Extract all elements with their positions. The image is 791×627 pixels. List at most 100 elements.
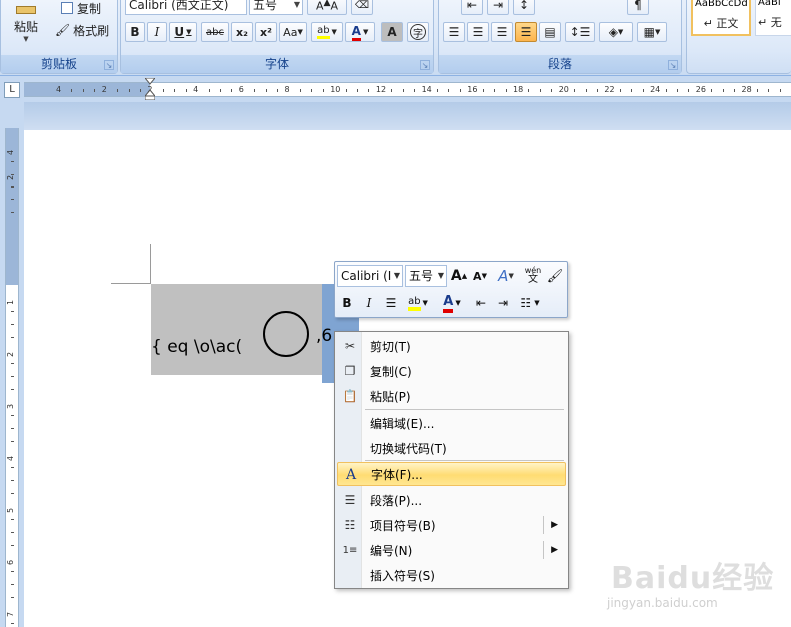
ruler-number: 5 [6,507,16,514]
justify-button[interactable]: ☰ [515,22,537,42]
font-dialog-launcher[interactable]: ↘ [420,60,430,70]
ruler-tick [585,89,587,92]
font-name-combo[interactable]: Calibri (西文正文) [125,0,247,15]
superscript-button[interactable]: x² [255,22,277,42]
ruler-number: 4 [193,85,199,94]
increase-indent-button[interactable]: ⇥ [487,0,509,15]
style-normal-preview: AaBbCcDd [695,0,748,9]
line-spacing-button[interactable]: ↕☰ [565,22,595,42]
underline-button[interactable]: U ▼ [169,22,197,42]
vertical-ruler[interactable]: 4 2 1 2 3 4 5 6 7 [5,128,19,627]
menu-item-copy[interactable]: ❐ 复制(C) [337,359,566,383]
change-case-button[interactable]: Aa ▼ [279,22,307,42]
menu-item-label: 项目符号(B) [370,518,436,533]
mini-format-painter-button[interactable]: 🖌 [545,266,565,286]
menu-item-insert-symbol[interactable]: 插入符号(S) [337,563,566,587]
style-no-spacing[interactable]: AaBl ↵ 无 [755,0,791,36]
ruler-number: 2 [101,85,107,94]
grow-font-button[interactable]: A ▲ [449,266,469,286]
page-top-band [24,102,791,130]
mini-bullets-button[interactable]: ☷ ▼ [515,293,545,313]
ruler-tick [11,415,14,416]
menu-item-paragraph[interactable]: ☰ 段落(P)... [337,488,566,512]
bold-button[interactable]: B [125,22,145,42]
grow-shrink-font-button[interactable]: A▲A [307,0,347,15]
align-left-button[interactable]: ☰ [443,22,465,42]
ruler-tick [368,89,370,92]
tab-selector-button[interactable]: L [4,82,20,98]
mini-font-size-combo[interactable]: 五号 ▼ [405,265,447,287]
italic-button[interactable]: I [147,22,167,42]
ruler-tick [448,89,450,92]
mini-increase-indent-button[interactable]: ⇥ [493,293,513,313]
paragraph-dialog-launcher[interactable]: ↘ [668,60,678,70]
watermark: Baidu经验 jingyan.baidu.com [601,545,786,623]
clipboard-dialog-launcher[interactable]: ↘ [104,60,114,70]
distributed-button[interactable]: ▤ [539,22,561,42]
change-case-label: Aa [283,25,298,39]
clear-format-button[interactable]: ⌫ [351,0,373,15]
clear-format-icon: ⌫ [354,0,370,11]
ruler-tick [11,545,14,546]
enclose-characters-button[interactable]: 字 [407,22,429,42]
menu-item-bullets[interactable]: ☷ 项目符号(B) ▶ [337,513,566,537]
align-center-icon: ☰ [472,25,484,39]
paste-button[interactable]: 粘贴 ▼ [7,0,45,48]
watermark-url: jingyan.baidu.com [607,596,718,610]
ruler-tick [505,89,507,92]
indent-marker[interactable] [145,78,155,100]
menu-item-font[interactable]: A 字体(F)... [337,462,566,486]
show-marks-button[interactable]: ¶ [627,0,649,15]
format-painter-button[interactable]: 🖌 格式刷 [51,20,113,40]
mini-bold-button[interactable]: B [337,293,357,313]
ruler-number: 16 [467,85,478,94]
field-code-text[interactable]: { eq \o\ac( [151,337,242,357]
field-code-text-selected[interactable]: ,6 [316,326,332,346]
ruler-tick [82,89,84,92]
decrease-indent-button[interactable]: ⇤ [461,0,483,15]
menu-item-paste[interactable]: 📋 粘贴(P) [337,384,566,408]
shading-button[interactable]: ◈ ▼ [599,22,633,42]
copy-button[interactable]: 复制 [51,0,111,18]
shrink-font-button[interactable]: A ▼ [470,266,490,286]
strikethrough-button[interactable]: abc [201,22,229,42]
mini-decrease-indent-button[interactable]: ⇤ [471,293,491,313]
ruler-tick [11,532,14,533]
borders-button[interactable]: ▦ ▼ [637,22,667,42]
ruler-tick [574,89,576,92]
bullets-icon: ☷ [520,296,532,310]
character-shading-button[interactable]: A [381,22,403,42]
ribbon: 粘贴 ▼ 复制 🖌 格式刷 剪贴板 ↘ Calibri (西文正文) 五号 ▼ … [0,0,791,76]
ruler-tick [185,89,187,92]
menu-item-edit-field[interactable]: 编辑域(E)... [337,411,566,435]
style-normal[interactable]: AaBbCcDd ↵ 正文 [691,0,751,36]
ruler-tick [277,89,279,92]
ruler-tick [665,89,667,92]
font-size-combo[interactable]: 五号 ▼ [249,0,303,15]
ruler-tick [11,212,14,213]
mini-center-button[interactable]: ☰ [381,293,401,313]
menu-item-cut[interactable]: ✂ 剪切(T) [337,334,566,358]
font-color-button[interactable]: A ▼ [345,22,375,42]
styles-button[interactable]: A ▼ [492,266,520,286]
phonetic-guide-button[interactable]: wén 文 [523,265,543,285]
mini-font-color-button[interactable]: A ▼ [437,293,467,313]
align-center-button[interactable]: ☰ [467,22,489,42]
align-right-button[interactable]: ☰ [491,22,513,42]
ruler-number: 26 [695,85,706,94]
bullets-icon: ☷ [344,518,356,532]
sort-button[interactable]: ↕ [513,0,535,15]
ruler-number: 6 [6,559,16,566]
mini-italic-button[interactable]: I [359,293,379,313]
chevron-down-icon: ▼ [617,28,624,36]
menu-item-toggle-field-codes[interactable]: 切换域代码(T) [337,436,566,460]
horizontal-ruler[interactable]: 42246810121416182022242628 [24,82,791,97]
mini-font-name-combo[interactable]: Calibri (I ▼ [337,265,403,287]
mini-highlight-button[interactable]: ab ▼ [403,293,433,313]
font-group-label: 字体 [121,55,433,73]
ruler-tick [551,89,553,92]
highlight-button[interactable]: ab ▼ [311,22,343,42]
menu-item-numbering[interactable]: 1≡ 编号(N) ▶ [337,538,566,562]
mini-toolbar: Calibri (I ▼ 五号 ▼ A ▲ A ▼ A ▼ wén 文 🖌 B I ☰ … [334,261,568,318]
subscript-button[interactable]: x₂ [231,22,253,42]
